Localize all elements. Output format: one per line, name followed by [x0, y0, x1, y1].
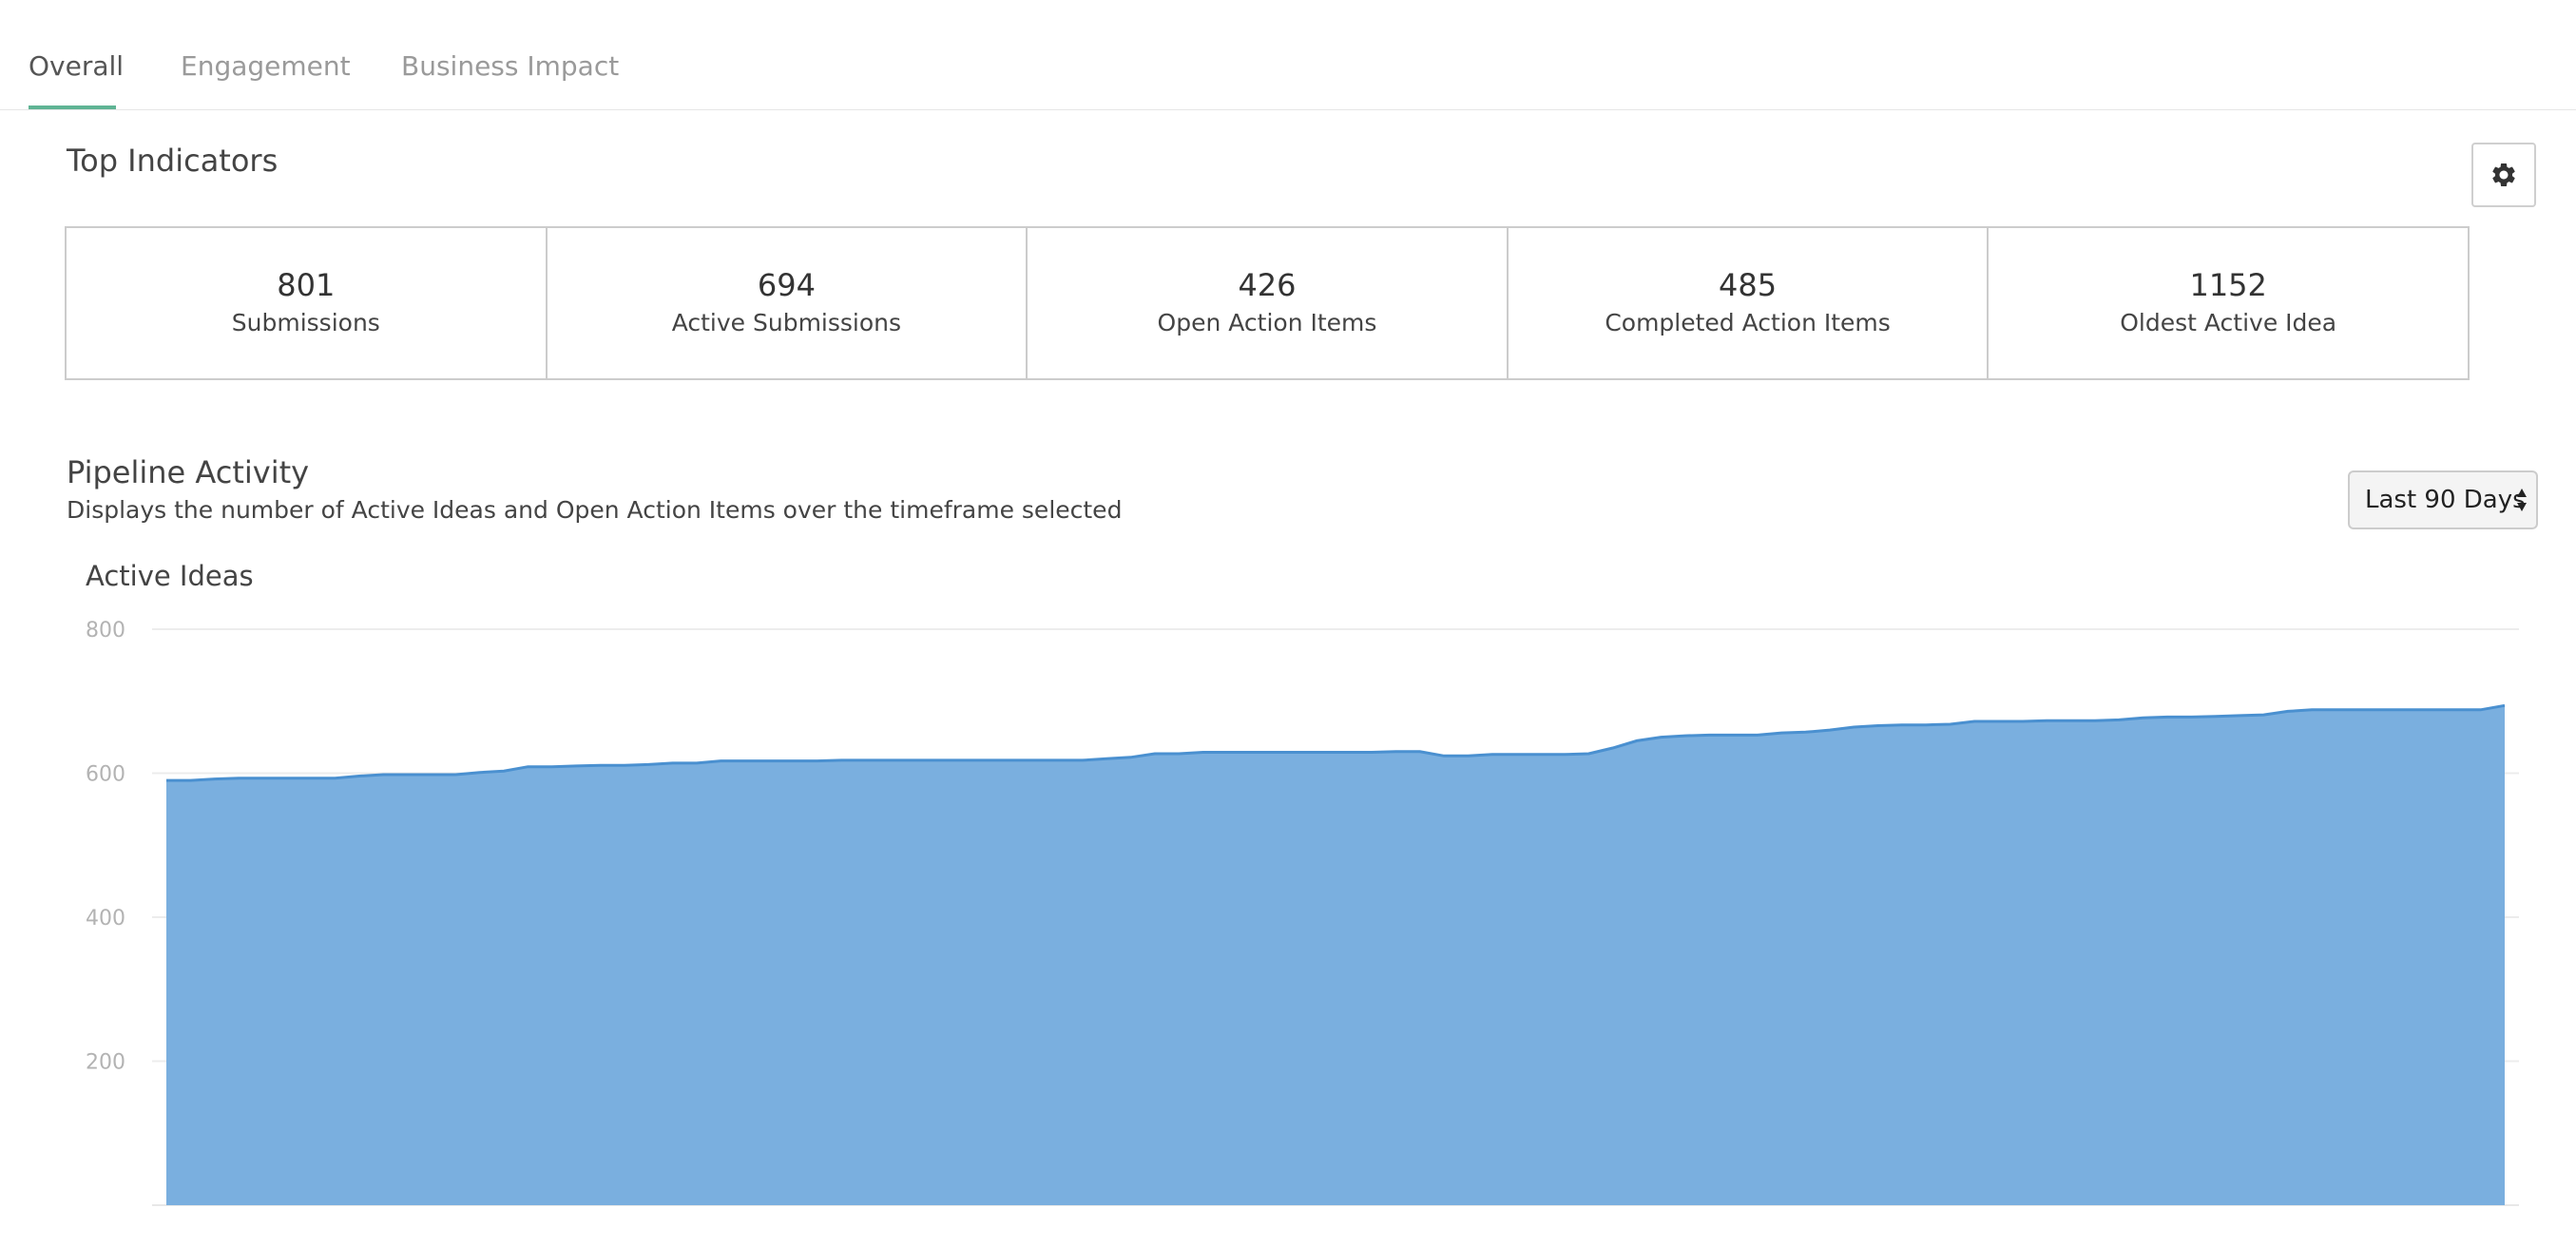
indicator-submissions: 801 Submissions: [67, 228, 548, 378]
indicator-label: Open Action Items: [1157, 309, 1377, 336]
tab-business-impact[interactable]: Business Impact: [401, 48, 619, 86]
indicator-oldest-active-idea: 1152 Oldest Active Idea: [1989, 228, 2468, 378]
y-tick-label: 600: [86, 763, 125, 787]
chart-title: Active Ideas: [86, 560, 254, 592]
indicator-value: 485: [1719, 267, 1778, 303]
timeframe-select[interactable]: Last 90 Days: [2348, 470, 2538, 529]
indicator-active-submissions: 694 Active Submissions: [548, 228, 1028, 378]
active-ideas-chart: Active Ideas 200 400 600 800: [86, 560, 2519, 1206]
active-tab-indicator: [29, 106, 116, 109]
y-tick-label: 200: [86, 1051, 125, 1075]
indicators-panel: 801 Submissions 694 Active Submissions 4…: [65, 226, 2470, 380]
sort-arrows-icon: [2517, 489, 2527, 511]
tab-overall[interactable]: Overall: [29, 48, 124, 86]
tab-bar: Overall Engagement Business Impact: [0, 0, 2576, 110]
indicator-completed-action-items: 485 Completed Action Items: [1509, 228, 1990, 378]
indicator-value: 426: [1238, 267, 1297, 303]
indicator-value: 801: [277, 267, 336, 303]
indicator-label: Completed Action Items: [1605, 309, 1891, 336]
gear-icon: [2492, 163, 2515, 186]
indicator-open-action-items: 426 Open Action Items: [1028, 228, 1509, 378]
y-tick-label: 400: [86, 907, 125, 930]
active-ideas-area: [166, 705, 2505, 1205]
indicator-value: 1152: [2189, 267, 2267, 303]
timeframe-select-value: Last 90 Days: [2365, 486, 2526, 514]
indicator-label: Submissions: [231, 309, 380, 336]
pipeline-activity-title: Pipeline Activity: [67, 454, 310, 490]
indicator-value: 694: [757, 267, 816, 303]
pipeline-activity-subtitle: Displays the number of Active Ideas and …: [67, 496, 1123, 524]
indicator-label: Active Submissions: [671, 309, 902, 336]
y-tick-label: 800: [86, 619, 125, 643]
settings-button[interactable]: [2471, 143, 2536, 207]
tab-engagement[interactable]: Engagement: [181, 48, 351, 86]
top-indicators-title: Top Indicators: [67, 143, 279, 179]
indicator-label: Oldest Active Idea: [2120, 309, 2337, 336]
